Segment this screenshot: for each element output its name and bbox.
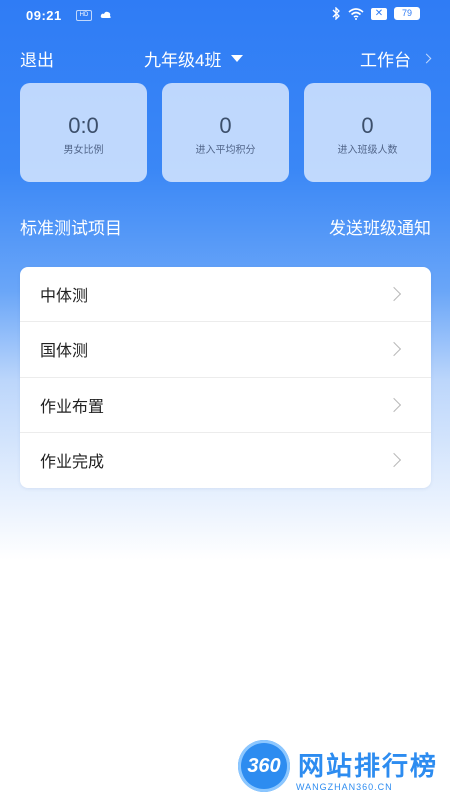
workbench-button[interactable]: 工作台 [360,46,432,71]
chevron-right-icon [386,453,402,468]
stat-value: 0 [219,113,232,138]
stat-value: 0:0 [68,113,99,138]
stat-card-average-score: 0 进入平均积分 [162,83,289,182]
x-badge-icon: ✕ [371,7,387,20]
list-item-label: 作业完成 [40,454,105,472]
stat-card-gender-ratio: 0:0 男女比例 [20,83,147,182]
list-item-assign-homework[interactable]: 作业布置 [20,378,431,433]
stat-card-class-count: 0 进入班级人数 [304,83,431,182]
bluetooth-icon [332,7,340,20]
section-header: 标准测试项目 发送班级通知 [20,214,431,238]
class-selector[interactable]: 九年级4班 [144,46,244,71]
workbench-label: 工作台 [360,51,411,70]
status-icons: ✕ 79 [332,7,420,20]
cloud-icon [100,11,111,18]
caret-down-icon [231,55,244,62]
list-item-middle-school-test[interactable]: 中体测 [20,267,431,323]
top-nav: 退出 九年级4班 工作台 [0,40,450,74]
class-name: 九年级4班 [144,51,222,70]
chevron-right-icon [386,342,402,357]
chevron-right-icon [386,287,402,302]
chevron-right-icon [386,397,402,412]
test-items-list: 中体测 国体测 作业布置 作业完成 [20,267,431,488]
watermark-title: 网站排行榜 [298,751,439,781]
watermark-subtitle: WANGZHAN360.CN [296,782,393,792]
chevron-right-icon [421,53,432,64]
stat-label: 男女比例 [63,145,104,156]
stats-row: 0:0 男女比例 0 进入平均积分 0 进入班级人数 [20,83,431,182]
hd-badge: HD [76,10,92,21]
logout-button[interactable]: 退出 [20,46,54,71]
status-time: 09:21 [26,8,62,23]
battery-icon: 79 [394,7,420,20]
list-item-label: 作业布置 [40,398,105,416]
360-logo-icon: 360 [238,740,290,792]
status-bar: 09:21 HD ✕ 79 [0,0,450,32]
stat-label: 进入班级人数 [337,145,398,156]
wifi-icon [348,7,364,20]
list-item-national-test[interactable]: 国体测 [20,322,431,378]
stat-label: 进入平均积分 [195,145,256,156]
send-class-notice-button[interactable]: 发送班级通知 [329,214,431,239]
section-title: 标准测试项目 [20,219,122,238]
watermark-logo: 360 网站排行榜 WANGZHAN360.CN [238,740,444,798]
list-item-label: 国体测 [40,343,89,361]
list-item-homework-completion[interactable]: 作业完成 [20,433,431,488]
stat-value: 0 [361,113,374,138]
list-item-label: 中体测 [40,288,89,306]
